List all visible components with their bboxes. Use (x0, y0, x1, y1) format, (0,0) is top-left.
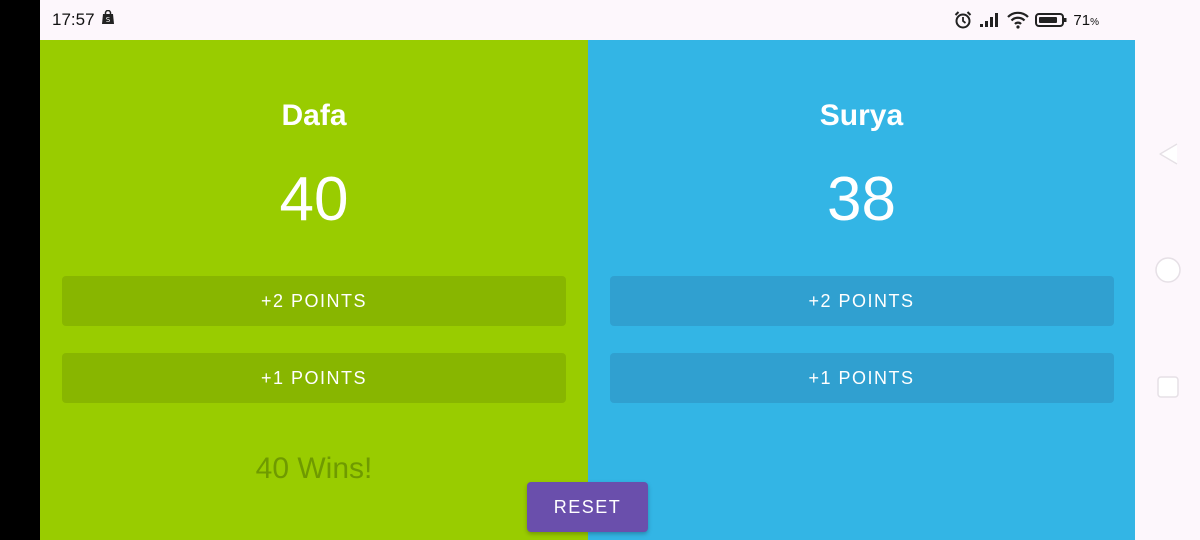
signal-icon (979, 12, 1001, 28)
back-icon[interactable] (1157, 142, 1179, 171)
recent-apps-icon[interactable] (1157, 376, 1179, 403)
team-b-plus2-button[interactable]: +2 POINTS (609, 276, 1114, 326)
team-b-plus1-button[interactable]: +1 POINTS (609, 353, 1114, 403)
screen-bezel (0, 0, 40, 540)
team-b-name: Surya (819, 99, 904, 132)
team-a-name: Dafa (281, 99, 347, 132)
battery-percent: 71% (1073, 12, 1099, 29)
wifi-icon (1007, 11, 1030, 29)
team-a-panel: Dafa 40 +2 POINTS +1 POINTS 40 Wins! (40, 40, 588, 540)
team-a-plus1-button[interactable]: +1 POINTS (62, 353, 566, 403)
svg-text:S: S (105, 16, 110, 24)
home-icon[interactable] (1154, 256, 1182, 289)
team-b-panel: Surya 38 +2 POINTS +1 POINTS (588, 40, 1135, 540)
score-keeper-app: Dafa 40 +2 POINTS +1 POINTS 40 Wins! Sur… (40, 40, 1135, 540)
navigation-bar (1135, 40, 1200, 540)
alarm-icon (953, 10, 973, 30)
battery-percent-unit: % (1090, 16, 1099, 28)
status-left: 17:57 S (52, 9, 115, 30)
status-bar: 17:57 S 71% (40, 0, 1135, 40)
battery-icon (1035, 12, 1067, 28)
status-right: 71% (953, 10, 1099, 30)
team-a-score: 40 (279, 165, 349, 234)
status-time: 17:57 (52, 10, 95, 29)
team-a-plus2-button[interactable]: +2 POINTS (62, 276, 566, 326)
team-a-result-text: 40 Wins! (255, 452, 373, 485)
shopping-bag-icon: S (101, 9, 115, 30)
reset-button[interactable]: RESET (527, 482, 648, 532)
team-b-score: 38 (827, 165, 896, 234)
battery-percent-value: 71 (1073, 11, 1091, 29)
